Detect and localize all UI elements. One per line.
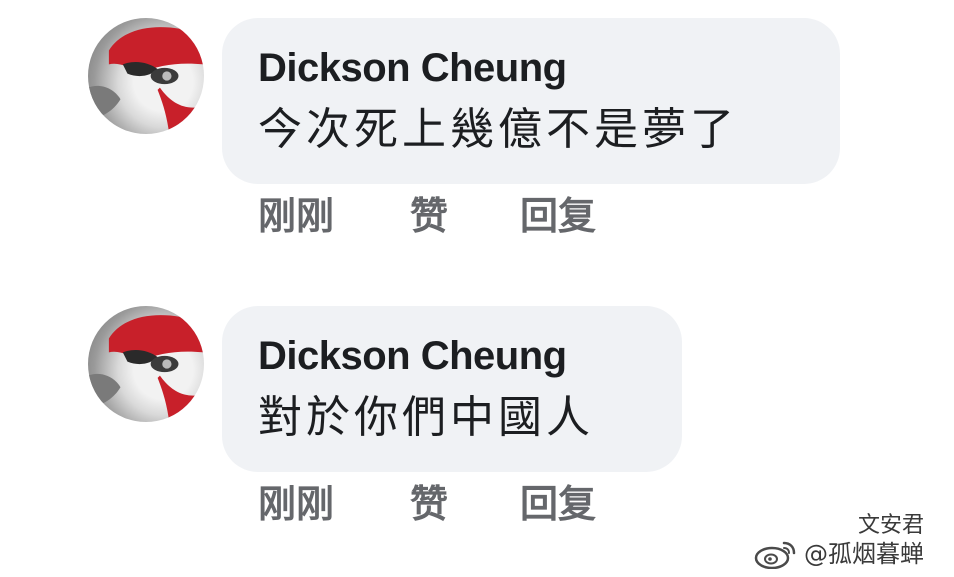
- avatar[interactable]: [88, 306, 204, 422]
- comments-screenshot: Dickson Cheung 今次死上幾億不是夢了 刚刚 赞 回复 Dickso…: [0, 0, 954, 577]
- watermark: 文安君 @孤烟暮蝉: [754, 513, 924, 569]
- reply-button[interactable]: 回复: [520, 480, 596, 528]
- comment-actions: 刚刚 赞 回复: [258, 192, 596, 240]
- comment-actions: 刚刚 赞 回复: [258, 480, 596, 528]
- watermark-author: 文安君: [857, 513, 924, 538]
- comment-bubble: Dickson Cheung 今次死上幾億不是夢了: [222, 18, 840, 184]
- reply-button[interactable]: 回复: [520, 192, 596, 240]
- comment-author[interactable]: Dickson Cheung: [258, 332, 642, 380]
- comment-author[interactable]: Dickson Cheung: [258, 44, 800, 92]
- comment-timestamp[interactable]: 刚刚: [258, 192, 410, 240]
- like-button[interactable]: 赞: [410, 192, 520, 240]
- watermark-handle: @孤烟暮蝉: [804, 540, 924, 568]
- avatar[interactable]: [88, 18, 204, 134]
- comment-bubble: Dickson Cheung 對於你們中國人: [222, 306, 682, 472]
- comment-timestamp[interactable]: 刚刚: [258, 480, 410, 528]
- weibo-icon: [754, 541, 796, 569]
- avatar-face-icon: [88, 27, 204, 134]
- like-button[interactable]: 赞: [410, 480, 520, 528]
- comment-text: 今次死上幾億不是夢了: [258, 104, 738, 155]
- avatar-face-icon: [88, 315, 204, 422]
- comment-text: 對於你們中國人: [258, 392, 594, 443]
